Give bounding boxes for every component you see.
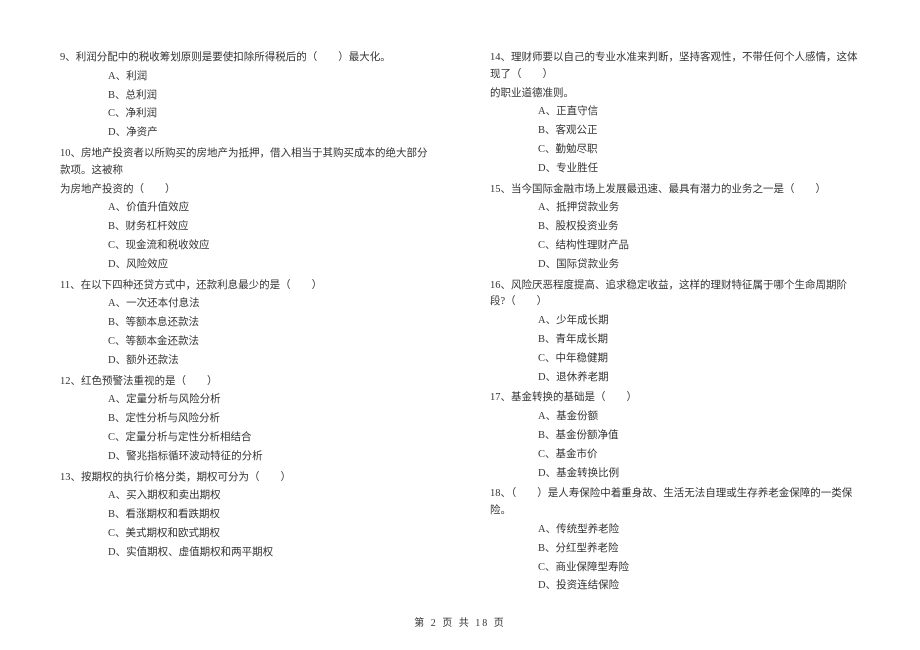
option-d: D、净资产	[108, 125, 430, 142]
option-d: D、额外还款法	[108, 353, 430, 370]
question-text: 18、（ ）是人寿保险中着重身故、生活无法自理或生存养老金保障的一类保险。	[490, 486, 860, 520]
right-column: 14、理财师要以自己的专业水准来判断，坚持客观性，不带任何个人感情，这体现了（ …	[490, 50, 860, 599]
question-10: 10、房地产投资者以所购买的房地产为抵押，借入相当于其购买成本的绝大部分款项。这…	[60, 146, 430, 274]
question-text: 12、红色预警法重视的是（ ）	[60, 374, 430, 391]
option-d: D、退休养老期	[538, 370, 860, 387]
page-footer: 第 2 页 共 18 页	[414, 616, 506, 632]
question-text: 15、当今国际金融市场上发展最迅速、最具有潜力的业务之一是（ ）	[490, 182, 860, 199]
option-b: B、定性分析与风险分析	[108, 411, 430, 428]
question-14: 14、理财师要以自己的专业水准来判断，坚持客观性，不带任何个人感情，这体现了（ …	[490, 50, 860, 178]
question-text: 13、按期权的执行价格分类，期权可分为（ ）	[60, 470, 430, 487]
options-list: A、买入期权和卖出期权 B、看涨期权和看跌期权 C、美式期权和欧式期权 D、实值…	[60, 488, 430, 561]
two-column-layout: 9、利润分配中的税收筹划原则是要使扣除所得税后的（ ）最大化。 A、利润 B、总…	[60, 50, 860, 599]
options-list: A、一次还本付息法 B、等额本息还款法 C、等额本金还款法 D、额外还款法	[60, 296, 430, 369]
option-a: A、价值升值效应	[108, 200, 430, 217]
option-c: C、现金流和税收效应	[108, 238, 430, 255]
question-text: 9、利润分配中的税收筹划原则是要使扣除所得税后的（ ）最大化。	[60, 50, 430, 67]
question-13: 13、按期权的执行价格分类，期权可分为（ ） A、买入期权和卖出期权 B、看涨期…	[60, 470, 430, 562]
option-a: A、正直守信	[538, 104, 860, 121]
option-a: A、买入期权和卖出期权	[108, 488, 430, 505]
question-text-line1: 10、房地产投资者以所购买的房地产为抵押，借入相当于其购买成本的绝大部分款项。这…	[60, 146, 430, 180]
option-c: C、基金市价	[538, 447, 860, 464]
options-list: A、抵押贷款业务 B、股权投资业务 C、结构性理财产品 D、国际贷款业务	[490, 200, 860, 273]
question-text-line1: 14、理财师要以自己的专业水准来判断，坚持客观性，不带任何个人感情，这体现了（ …	[490, 50, 860, 84]
option-b: B、财务杠杆效应	[108, 219, 430, 236]
option-c: C、结构性理财产品	[538, 238, 860, 255]
options-list: A、传统型养老险 B、分红型养老险 C、商业保障型寿险 D、投资连结保险	[490, 522, 860, 595]
option-d: D、国际贷款业务	[538, 257, 860, 274]
option-a: A、少年成长期	[538, 313, 860, 330]
option-b: B、客观公正	[538, 123, 860, 140]
options-list: A、利润 B、总利润 C、净利润 D、净资产	[60, 69, 430, 142]
question-18: 18、（ ）是人寿保险中着重身故、生活无法自理或生存养老金保障的一类保险。 A、…	[490, 486, 860, 595]
option-d: D、专业胜任	[538, 161, 860, 178]
option-c: C、美式期权和欧式期权	[108, 526, 430, 543]
question-16: 16、风险厌恶程度提高、追求稳定收益，这样的理财特征属于哪个生命周期阶段?（ ）…	[490, 278, 860, 387]
option-c: C、商业保障型寿险	[538, 560, 860, 577]
question-11: 11、在以下四种还贷方式中，还款利息最少的是（ ） A、一次还本付息法 B、等额…	[60, 278, 430, 370]
option-b: B、看涨期权和看跌期权	[108, 507, 430, 524]
option-d: D、警兆指标循环波动特征的分析	[108, 449, 430, 466]
options-list: A、价值升值效应 B、财务杠杆效应 C、现金流和税收效应 D、风险效应	[60, 200, 430, 273]
option-c: C、定量分析与定性分析相结合	[108, 430, 430, 447]
question-15: 15、当今国际金融市场上发展最迅速、最具有潜力的业务之一是（ ） A、抵押贷款业…	[490, 182, 860, 274]
option-c: C、等额本金还款法	[108, 334, 430, 351]
option-a: A、抵押贷款业务	[538, 200, 860, 217]
option-a: A、传统型养老险	[538, 522, 860, 539]
question-text: 11、在以下四种还贷方式中，还款利息最少的是（ ）	[60, 278, 430, 295]
options-list: A、正直守信 B、客观公正 C、勤勉尽职 D、专业胜任	[490, 104, 860, 177]
option-b: B、股权投资业务	[538, 219, 860, 236]
option-c: C、勤勉尽职	[538, 142, 860, 159]
question-text: 17、基金转换的基础是（ ）	[490, 390, 860, 407]
option-d: D、基金转换比例	[538, 466, 860, 483]
option-b: B、总利润	[108, 88, 430, 105]
question-text: 16、风险厌恶程度提高、追求稳定收益，这样的理财特征属于哪个生命周期阶段?（ ）	[490, 278, 860, 312]
option-c: C、净利润	[108, 106, 430, 123]
option-a: A、利润	[108, 69, 430, 86]
option-d: D、风险效应	[108, 257, 430, 274]
question-12: 12、红色预警法重视的是（ ） A、定量分析与风险分析 B、定性分析与风险分析 …	[60, 374, 430, 466]
options-list: A、少年成长期 B、青年成长期 C、中年稳健期 D、退休养老期	[490, 313, 860, 386]
option-c: C、中年稳健期	[538, 351, 860, 368]
option-b: B、等额本息还款法	[108, 315, 430, 332]
option-b: B、分红型养老险	[538, 541, 860, 558]
question-text-line2: 为房地产投资的（ ）	[60, 182, 430, 199]
option-a: A、基金份额	[538, 409, 860, 426]
option-a: A、定量分析与风险分析	[108, 392, 430, 409]
question-text-line2: 的职业道德准则。	[490, 86, 860, 103]
option-b: B、基金份额净值	[538, 428, 860, 445]
question-17: 17、基金转换的基础是（ ） A、基金份额 B、基金份额净值 C、基金市价 D、…	[490, 390, 860, 482]
options-list: A、基金份额 B、基金份额净值 C、基金市价 D、基金转换比例	[490, 409, 860, 482]
left-column: 9、利润分配中的税收筹划原则是要使扣除所得税后的（ ）最大化。 A、利润 B、总…	[60, 50, 430, 599]
options-list: A、定量分析与风险分析 B、定性分析与风险分析 C、定量分析与定性分析相结合 D…	[60, 392, 430, 465]
option-d: D、投资连结保险	[538, 578, 860, 595]
option-b: B、青年成长期	[538, 332, 860, 349]
option-d: D、实值期权、虚值期权和两平期权	[108, 545, 430, 562]
question-9: 9、利润分配中的税收筹划原则是要使扣除所得税后的（ ）最大化。 A、利润 B、总…	[60, 50, 430, 142]
option-a: A、一次还本付息法	[108, 296, 430, 313]
